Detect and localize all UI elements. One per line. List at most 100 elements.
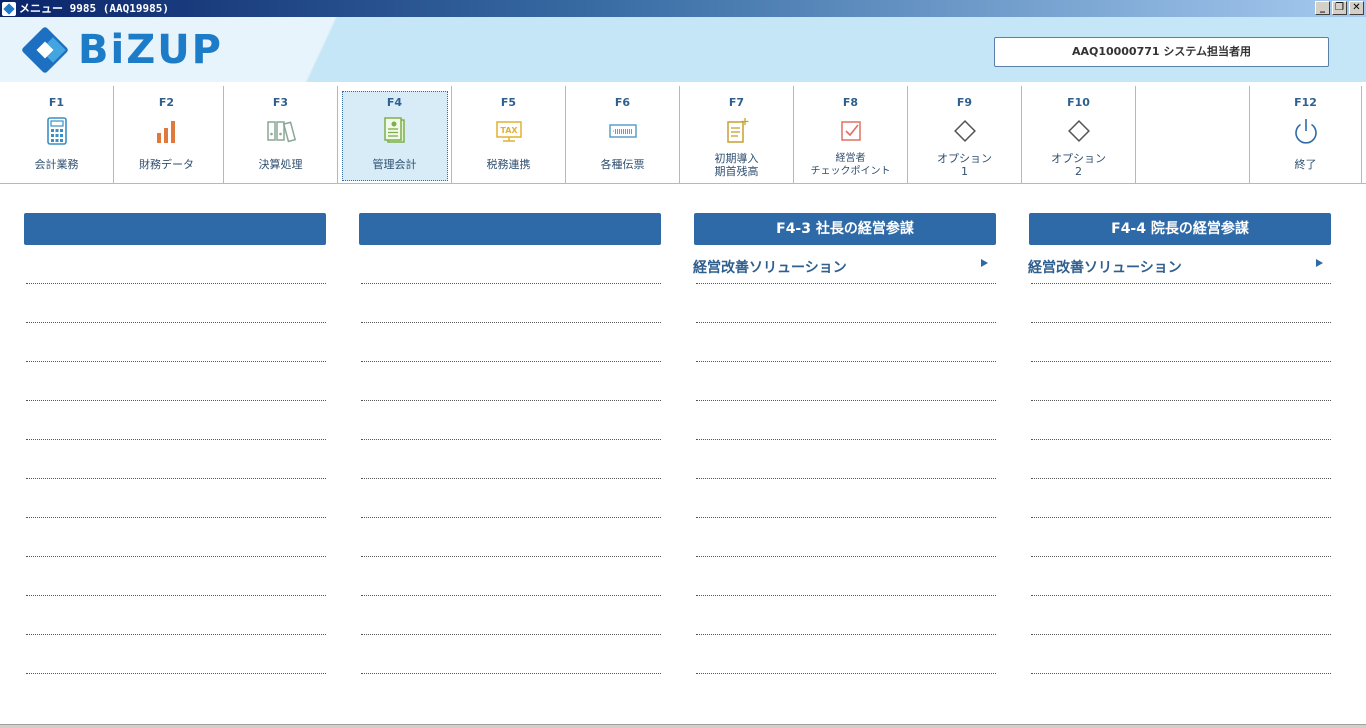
menu-item-management-improvement[interactable]: 経営改善ソリューション: [1028, 245, 1331, 284]
fkey-label-line1: 経営者: [835, 153, 866, 164]
list-item[interactable]: [1031, 284, 1331, 323]
checkbox-icon: [840, 121, 861, 141]
list-item[interactable]: [361, 401, 661, 440]
tax-icon: TAX: [495, 121, 522, 142]
list-item[interactable]: [696, 518, 996, 557]
window-controls: _ ❐ ✕: [1315, 1, 1364, 15]
fkey-f3-closing[interactable]: F3 決算処理: [224, 86, 338, 184]
list-item[interactable]: [26, 635, 326, 674]
menu-item-management-improvement[interactable]: 経営改善ソリューション: [693, 245, 996, 284]
list-item[interactable]: [26, 557, 326, 596]
panel-rows: [359, 245, 661, 674]
user-label: AAQ10000771 システム担当者用: [994, 37, 1329, 67]
fkey-label: 管理会計: [372, 158, 417, 171]
fkey-label-line1: 初期導入: [714, 152, 759, 165]
fkey-f6-vouchers[interactable]: F6 各種伝票: [566, 86, 680, 184]
panel-director-advisor: F4-4 院長の経営参謀 経営改善ソリューション: [1028, 213, 1331, 674]
list-item[interactable]: [1031, 401, 1331, 440]
fkey-key: F6: [614, 96, 631, 109]
list-item[interactable]: [361, 557, 661, 596]
list-item[interactable]: [1031, 518, 1331, 557]
panel-1: [24, 213, 326, 674]
list-item[interactable]: [696, 362, 996, 401]
list-item[interactable]: [26, 596, 326, 635]
panel-header: F4-4 院長の経営参謀: [1029, 213, 1331, 245]
fkey-key: F10: [1067, 96, 1090, 109]
list-item[interactable]: [696, 401, 996, 440]
panel-president-advisor: F4-3 社長の経営参謀 経営改善ソリューション: [693, 213, 996, 674]
list-item[interactable]: [361, 284, 661, 323]
list-item[interactable]: [696, 635, 996, 674]
fkey-key: F3: [272, 96, 289, 109]
fkey-f10-option2[interactable]: F10 オプション 2: [1022, 86, 1136, 184]
list-item[interactable]: [1031, 479, 1331, 518]
binders-icon: [266, 121, 296, 143]
fkey-label: 税務連携: [486, 158, 531, 171]
list-item[interactable]: [361, 635, 661, 674]
panel-rows: [24, 245, 326, 674]
list-item[interactable]: [1031, 596, 1331, 635]
list-item[interactable]: [1031, 323, 1331, 362]
fkey-key: F1: [48, 96, 65, 109]
fkey-key: F8: [842, 96, 859, 109]
fkey-f1-accounting[interactable]: F1 会計業務: [0, 86, 114, 184]
fkey-label-line1: オプション: [1051, 152, 1106, 165]
fkey-f4-management-accounting[interactable]: F4 管理会計: [338, 86, 452, 184]
fkey-f12-exit[interactable]: F12 終了: [1250, 86, 1362, 184]
list-item[interactable]: [361, 440, 661, 479]
list-item[interactable]: [1031, 557, 1331, 596]
list-item[interactable]: [1031, 440, 1331, 479]
title-bar[interactable]: メニュー 9985 (AAQ19985) _ ❐ ✕: [0, 0, 1366, 17]
list-item[interactable]: [361, 596, 661, 635]
close-button[interactable]: ✕: [1349, 1, 1364, 15]
list-item[interactable]: [361, 479, 661, 518]
fkey-f9-option1[interactable]: F9 オプション 1: [908, 86, 1022, 184]
restore-button[interactable]: ❐: [1332, 1, 1347, 15]
list-item[interactable]: [696, 479, 996, 518]
list-item[interactable]: [26, 284, 326, 323]
list-item[interactable]: [361, 323, 661, 362]
list-item[interactable]: [1031, 362, 1331, 401]
list-item[interactable]: [26, 518, 326, 557]
logo-mark-icon: [20, 25, 70, 75]
fkey-label-line2: 2: [1075, 165, 1082, 178]
list-item[interactable]: [696, 440, 996, 479]
window-title: メニュー 9985 (AAQ19985): [19, 2, 169, 15]
list-item[interactable]: [696, 596, 996, 635]
list-item[interactable]: [696, 557, 996, 596]
panel-header: [359, 213, 661, 245]
fkey-label-line1: オプション: [937, 152, 992, 165]
list-item[interactable]: [361, 245, 661, 284]
bar-chart-icon: [156, 121, 175, 143]
list-item[interactable]: [696, 284, 996, 323]
panel-rows: 経営改善ソリューション: [1028, 245, 1331, 674]
list-item[interactable]: [1031, 635, 1331, 674]
fkey-f8-checkpoint[interactable]: F8 経営者 チェックポイント: [794, 86, 908, 184]
list-item[interactable]: [26, 479, 326, 518]
list-item[interactable]: [26, 323, 326, 362]
fkey-key: F12: [1294, 96, 1317, 109]
list-item[interactable]: [26, 362, 326, 401]
list-item[interactable]: [26, 440, 326, 479]
list-item[interactable]: [361, 362, 661, 401]
arrow-right-icon: [1316, 259, 1323, 267]
list-item[interactable]: [26, 245, 326, 284]
list-item[interactable]: [696, 323, 996, 362]
panel-rows: 経営改善ソリューション: [693, 245, 996, 674]
arrow-right-icon: [981, 259, 988, 267]
app-icon: [2, 1, 16, 16]
fkey-key: F7: [728, 96, 745, 109]
minimize-button[interactable]: _: [1315, 1, 1330, 15]
fkey-f5-tax[interactable]: F5 TAX 税務連携: [452, 86, 566, 184]
list-item[interactable]: [26, 401, 326, 440]
voucher-icon: [608, 124, 637, 138]
fkey-label: 会計業務: [34, 158, 79, 171]
function-key-bar: F1 会計業務 F2 財務データ F3 決算処理 F4 管理会計 F5 TAX …: [0, 86, 1366, 184]
fkey-empty: [1136, 86, 1250, 184]
list-item[interactable]: [361, 518, 661, 557]
fkey-label: オプション 1: [908, 152, 1021, 178]
fkey-f7-initial-balance[interactable]: F7 初期導入 期首残高: [680, 86, 794, 184]
menu-item-label: 経営改善ソリューション: [693, 260, 847, 276]
fkey-label: 各種伝票: [600, 158, 645, 171]
fkey-f2-financial-data[interactable]: F2 財務データ: [110, 86, 224, 184]
